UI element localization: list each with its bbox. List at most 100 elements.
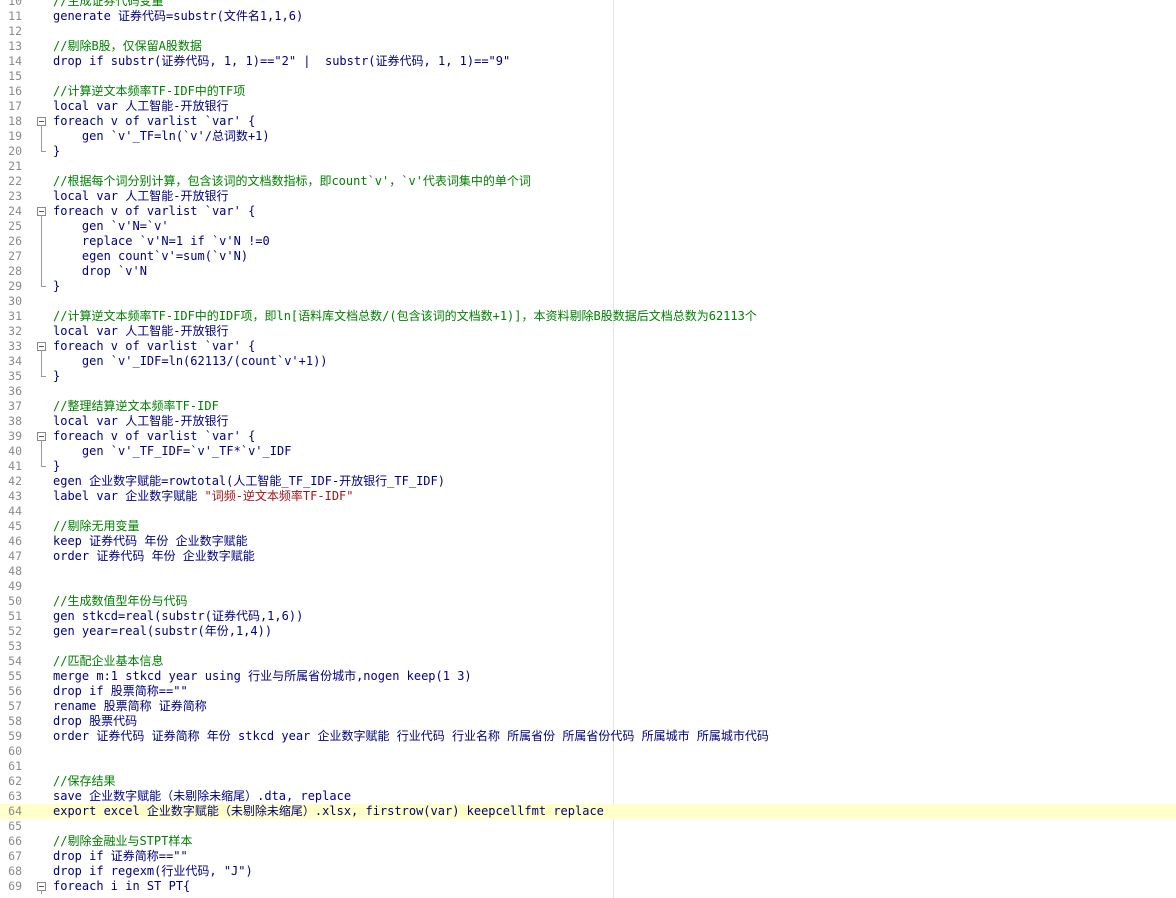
code-line[interactable]: 46 keep 证券代码 年份 企业数字赋能 bbox=[0, 534, 1176, 549]
line-number: 69 bbox=[8, 879, 22, 893]
code-line[interactable]: 64 export excel 企业数字赋能（未剔除未缩尾）.xlsx, firs… bbox=[0, 804, 1176, 819]
code-line[interactable]: 59 order 证券代码 证券简称 年份 stkcd year 企业数字赋能 行… bbox=[0, 729, 1176, 744]
code-line[interactable]: 54 //匹配企业基本信息 bbox=[0, 654, 1176, 669]
line-number: 21 bbox=[8, 159, 22, 173]
line-number: 37 bbox=[8, 399, 22, 413]
line-number: 33 bbox=[8, 339, 22, 353]
code-line[interactable]: 66 //剔除金融业与STPT样本 bbox=[0, 834, 1176, 849]
fold-toggle-icon[interactable] bbox=[36, 114, 48, 129]
code-line[interactable]: 15 bbox=[0, 69, 1176, 84]
code-token: foreach i in ST PT{ bbox=[53, 879, 191, 893]
code-line[interactable]: 43 label var 企业数字赋能 "词频-逆文本频率TF-IDF" bbox=[0, 489, 1176, 504]
line-number: 51 bbox=[8, 609, 22, 623]
code-line[interactable]: 35} bbox=[0, 369, 1176, 384]
code-line[interactable]: 20} bbox=[0, 144, 1176, 159]
code-line[interactable]: 47 order 证券代码 年份 企业数字赋能 bbox=[0, 549, 1176, 564]
code-token: //生成证券代码变量 bbox=[53, 0, 164, 8]
code-line[interactable]: 17 local var 人工智能-开放银行 bbox=[0, 99, 1176, 114]
code-line[interactable]: 57 rename 股票简称 证券简称 bbox=[0, 699, 1176, 714]
code-line[interactable]: 32 local var 人工智能-开放银行 bbox=[0, 324, 1176, 339]
code-token: } bbox=[53, 144, 61, 158]
code-line[interactable]: 24 foreach v of varlist `var' { bbox=[0, 204, 1176, 219]
code-line[interactable]: 69 foreach i in ST PT{ bbox=[0, 879, 1176, 894]
code-token: //计算逆文本频率TF-IDF中的TF项 bbox=[53, 84, 246, 98]
code-line[interactable]: 40 gen `v'_TF_IDF=`v'_TF*`v'_IDF bbox=[0, 444, 1176, 459]
fold-toggle-icon[interactable] bbox=[36, 429, 48, 444]
code-line[interactable]: 52 gen year=real(substr(年份,1,4)) bbox=[0, 624, 1176, 639]
code-line[interactable]: 38 local var 人工智能-开放银行 bbox=[0, 414, 1176, 429]
fold-toggle-icon[interactable] bbox=[36, 204, 48, 219]
line-number: 54 bbox=[8, 654, 22, 668]
code-line[interactable]: 44 bbox=[0, 504, 1176, 519]
code-line[interactable]: 39 foreach v of varlist `var' { bbox=[0, 429, 1176, 444]
code-line[interactable]: 12 bbox=[0, 24, 1176, 39]
code-line[interactable]: 55 merge m:1 stkcd year using 行业与所属省份城市,n… bbox=[0, 669, 1176, 684]
code-line[interactable]: 41} bbox=[0, 459, 1176, 474]
fold-toggle-icon[interactable] bbox=[36, 879, 48, 894]
code-token: gen year=real(substr(年份,1,4)) bbox=[53, 624, 273, 638]
code-line[interactable]: 27 egen count`v'=sum(`v'N) bbox=[0, 249, 1176, 264]
fold-toggle-icon[interactable] bbox=[36, 339, 48, 354]
code-line[interactable]: 21 bbox=[0, 159, 1176, 174]
code-line[interactable]: 23 local var 人工智能-开放银行 bbox=[0, 189, 1176, 204]
code-line[interactable]: 49 bbox=[0, 579, 1176, 594]
code-token: rename 股票简称 证券简称 bbox=[53, 699, 207, 713]
code-line[interactable]: 25 gen `v'N=`v' bbox=[0, 219, 1176, 234]
code-line[interactable]: 60 bbox=[0, 744, 1176, 759]
code-line[interactable]: 13 //剔除B股，仅保留A股数据 bbox=[0, 39, 1176, 54]
code-token: local var 人工智能-开放银行 bbox=[53, 189, 229, 203]
code-line[interactable]: 19 gen `v'_TF=ln(`v'/总词数+1) bbox=[0, 129, 1176, 144]
fold-guide bbox=[36, 249, 48, 264]
code-line[interactable]: 68 drop if regexm(行业代码, "J") bbox=[0, 864, 1176, 879]
code-line[interactable]: 58 drop 股票代码 bbox=[0, 714, 1176, 729]
code-line[interactable]: 67 drop if 证券简称=="" bbox=[0, 849, 1176, 864]
code-line[interactable]: 50 //生成数值型年份与代码 bbox=[0, 594, 1176, 609]
line-number: 60 bbox=[8, 744, 22, 758]
code-line[interactable]: 29} bbox=[0, 279, 1176, 294]
code-line[interactable]: 33 foreach v of varlist `var' { bbox=[0, 339, 1176, 354]
code-line[interactable]: 56 drop if 股票简称=="" bbox=[0, 684, 1176, 699]
code-line[interactable]: 11 generate 证券代码=substr(文件名1,1,6) bbox=[0, 9, 1176, 24]
code-line[interactable]: 63 save 企业数字赋能（未剔除未缩尾）.dta, replace bbox=[0, 789, 1176, 804]
code-line[interactable]: 62 //保存结果 bbox=[0, 774, 1176, 789]
line-number: 47 bbox=[8, 549, 22, 563]
code-token: //匹配企业基本信息 bbox=[53, 654, 164, 668]
line-number: 15 bbox=[8, 69, 22, 83]
code-line[interactable]: 18 foreach v of varlist `var' { bbox=[0, 114, 1176, 129]
code-line[interactable]: 31 //计算逆文本频率TF-IDF中的IDF项，即ln[语料库文档总数/(包含该… bbox=[0, 309, 1176, 324]
code-comment: //生成数值型年份与代码 bbox=[53, 594, 187, 609]
line-number: 57 bbox=[8, 699, 22, 713]
code-token: //剔除B股，仅保留A股数据 bbox=[53, 39, 202, 53]
code-text: drop if regexm(行业代码, "J") bbox=[53, 864, 253, 879]
code-comment: //根据每个词分别计算，包含该词的文档数指标，即count`v'，`v'代表词集… bbox=[53, 174, 531, 189]
code-token: foreach v of varlist `var' { bbox=[53, 339, 256, 353]
line-number: 31 bbox=[8, 309, 22, 323]
code-token: export excel 企业数字赋能（未剔除未缩尾）.xlsx, firstr… bbox=[53, 804, 604, 818]
code-line[interactable]: 10 //生成证券代码变量 bbox=[0, 0, 1176, 9]
code-line[interactable]: 48 bbox=[0, 564, 1176, 579]
code-line[interactable]: 45 //剔除无用变量 bbox=[0, 519, 1176, 534]
code-line[interactable]: 51 gen stkcd=real(substr(证券代码,1,6)) bbox=[0, 609, 1176, 624]
code-line[interactable]: 37 //整理结算逆文本频率TF-IDF bbox=[0, 399, 1176, 414]
line-number: 12 bbox=[8, 24, 22, 38]
line-number: 63 bbox=[8, 789, 22, 803]
code-line[interactable]: 61 bbox=[0, 759, 1176, 774]
code-line[interactable]: 22 //根据每个词分别计算，包含该词的文档数指标，即count`v'，`v'代表… bbox=[0, 174, 1176, 189]
code-token: drop if regexm(行业代码, "J") bbox=[53, 864, 253, 878]
code-line[interactable]: 53 bbox=[0, 639, 1176, 654]
line-number: 43 bbox=[8, 489, 22, 503]
code-line[interactable]: 65 bbox=[0, 819, 1176, 834]
code-line[interactable]: 42 egen 企业数字赋能=rowtotal(人工智能_TF_IDF-开放银行_… bbox=[0, 474, 1176, 489]
line-number: 34 bbox=[8, 354, 22, 368]
code-text: replace `v'N=1 if `v'N !=0 bbox=[53, 234, 270, 249]
code-line[interactable]: 14 drop if substr(证券代码, 1, 1)=="2" | subs… bbox=[0, 54, 1176, 69]
code-line[interactable]: 30 bbox=[0, 294, 1176, 309]
code-line[interactable]: 26 replace `v'N=1 if `v'N !=0 bbox=[0, 234, 1176, 249]
code-line[interactable]: 34 gen `v'_IDF=ln(62113/(count`v'+1)) bbox=[0, 354, 1176, 369]
code-editor[interactable]: 10 //生成证券代码变量 11 generate 证券代码=substr(文件名1,… bbox=[0, 0, 1176, 898]
code-comment: //剔除B股，仅保留A股数据 bbox=[53, 39, 202, 54]
code-line[interactable]: 28 drop `v'N bbox=[0, 264, 1176, 279]
code-token: keep 证券代码 年份 企业数字赋能 bbox=[53, 534, 248, 548]
code-line[interactable]: 16 //计算逆文本频率TF-IDF中的TF项 bbox=[0, 84, 1176, 99]
code-line[interactable]: 36 bbox=[0, 384, 1176, 399]
